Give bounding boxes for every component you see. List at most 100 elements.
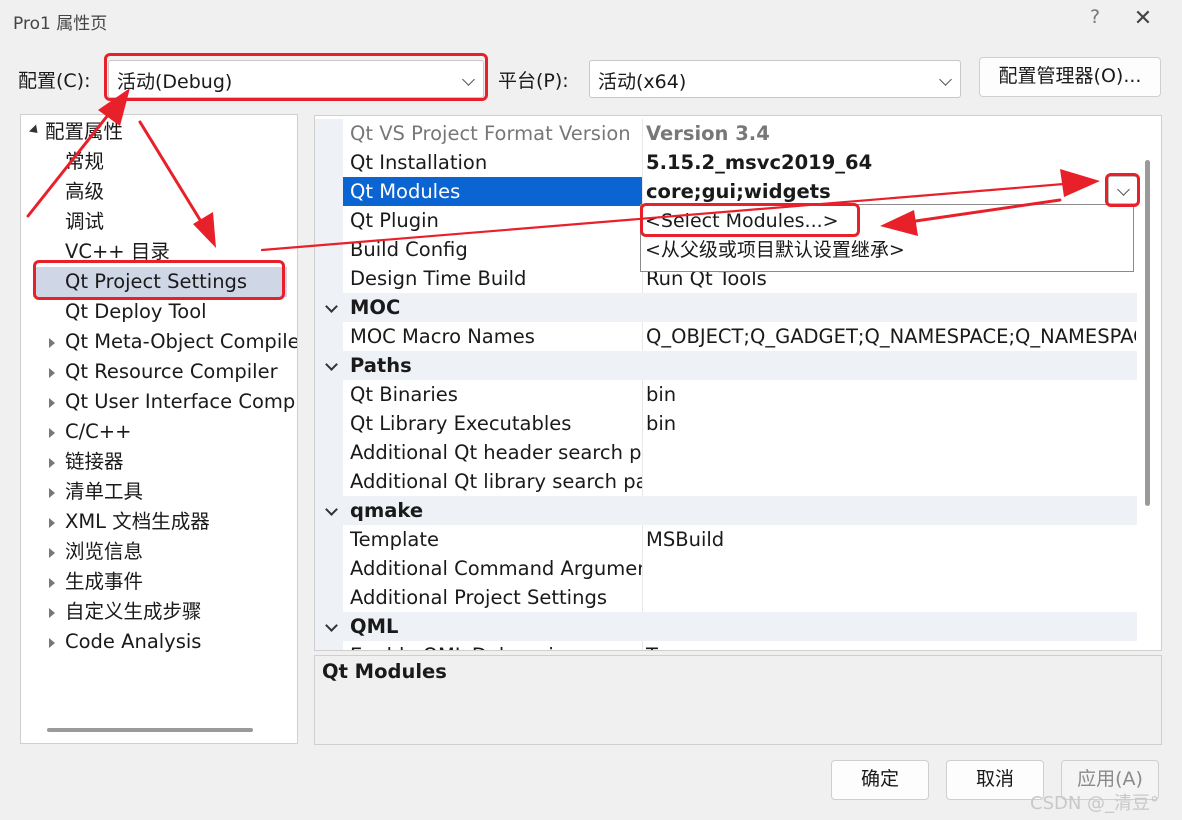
grid-property-row[interactable]: Qt Modules core;gui;widgets xyxy=(315,177,1137,206)
property-name: Template xyxy=(350,528,439,551)
config-combo[interactable]: 活动(Debug) xyxy=(108,60,484,98)
grid-property-row[interactable]: Template MSBuild xyxy=(315,525,1137,554)
expand-triangle-icon[interactable] xyxy=(49,458,55,468)
column-separator xyxy=(642,641,643,650)
expand-triangle-icon[interactable] xyxy=(49,338,55,348)
tree-item[interactable]: 自定义生成步骤 xyxy=(33,597,297,627)
grid-category[interactable]: QML xyxy=(315,612,1137,641)
tree-item-label: Qt Resource Compiler xyxy=(65,360,278,383)
property-value[interactable]: MSBuild xyxy=(646,525,1136,554)
property-name: Additional Qt library search paths xyxy=(350,470,642,493)
tree-item[interactable]: Code Analysis xyxy=(33,627,297,657)
row-gutter xyxy=(315,438,343,467)
ok-button[interactable]: 确定 xyxy=(831,760,929,800)
property-grid[interactable]: Qt VS Project Format Version Version 3.4 Q… xyxy=(314,115,1162,651)
grid-property-row[interactable]: Qt Installation 5.15.2_msvc2019_64 xyxy=(315,148,1137,177)
grid-property-row[interactable]: Qt Library Executables bin xyxy=(315,409,1137,438)
tree-horizontal-scrollbar[interactable] xyxy=(47,728,253,732)
grid-property-row[interactable]: MOC Macro Names Q_OBJECT;Q_GADGET;Q_NAMES… xyxy=(315,322,1137,351)
column-separator xyxy=(642,322,643,351)
property-name: Build Config xyxy=(350,238,468,261)
config-manager-button[interactable]: 配置管理器(O)... xyxy=(979,57,1161,97)
title-bar xyxy=(0,0,1182,42)
grid-property-row[interactable]: Additional Qt header search paths xyxy=(315,438,1137,467)
collapse-chevron-icon[interactable] xyxy=(325,300,338,313)
collapse-chevron-icon[interactable] xyxy=(325,358,338,371)
expand-triangle-icon[interactable] xyxy=(49,638,55,648)
tree-item[interactable]: VC++ 目录 xyxy=(33,237,297,267)
tree-item[interactable]: 高级 xyxy=(33,177,297,207)
tree-item[interactable]: Qt Project Settings xyxy=(33,267,287,297)
property-name: Design Time Build xyxy=(350,267,527,290)
grid-category[interactable]: Paths xyxy=(315,351,1137,380)
expanded-triangle-icon[interactable] xyxy=(28,124,42,137)
platform-combo-value: 活动(x64) xyxy=(598,71,687,93)
dropdown-option-inherit[interactable]: <从父级或项目默认设置继承> xyxy=(645,236,905,265)
property-value[interactable]: Version 3.4 xyxy=(646,119,1136,148)
expand-triangle-icon[interactable] xyxy=(49,548,55,558)
qt-modules-dropdown-button[interactable] xyxy=(1108,176,1138,204)
grid-property-row[interactable]: Qt VS Project Format Version Version 3.4 xyxy=(315,119,1137,148)
property-value[interactable]: core;gui;widgets xyxy=(646,177,1136,206)
grid-property-row[interactable]: Additional Command Arguments xyxy=(315,554,1137,583)
property-name: Additional Command Arguments xyxy=(350,557,642,580)
grid-property-row[interactable]: Qt Binaries bin xyxy=(315,380,1137,409)
property-name: Qt Modules xyxy=(350,180,461,203)
grid-vertical-scrollbar[interactable] xyxy=(1145,160,1150,506)
expand-triangle-icon[interactable] xyxy=(49,488,55,498)
grid-category[interactable]: MOC xyxy=(315,293,1137,322)
property-value[interactable]: True xyxy=(646,641,1136,650)
platform-combo[interactable]: 活动(x64) xyxy=(589,60,961,98)
collapse-chevron-icon[interactable] xyxy=(325,619,338,632)
row-gutter xyxy=(315,322,343,351)
tree-item[interactable]: 清单工具 xyxy=(33,477,297,507)
collapse-chevron-icon[interactable] xyxy=(325,503,338,516)
grid-category-label: Paths xyxy=(350,354,412,377)
column-separator xyxy=(642,467,643,496)
property-tree[interactable]: 配置属性 常规 高级 调试 VC++ 目录 Qt Project Settings Qt … xyxy=(20,114,298,744)
row-gutter xyxy=(315,583,343,612)
expand-triangle-icon[interactable] xyxy=(49,518,55,528)
help-icon[interactable]: ? xyxy=(1082,6,1108,34)
tree-item[interactable]: 生成事件 xyxy=(33,567,297,597)
tree-item[interactable]: 浏览信息 xyxy=(33,537,297,567)
column-separator xyxy=(642,177,643,206)
property-name: Qt Plugin xyxy=(350,209,439,232)
property-value[interactable]: Q_OBJECT;Q_GADGET;Q_NAMESPACE;Q_NAMESPAC… xyxy=(646,322,1136,351)
tree-item[interactable]: 调试 xyxy=(33,207,297,237)
tree-item[interactable]: XML 文档生成器 xyxy=(33,507,297,537)
tree-item-label: 生成事件 xyxy=(65,570,144,593)
tree-item[interactable]: Qt Meta-Object Compiler xyxy=(33,327,297,357)
chevron-down-icon xyxy=(462,73,475,86)
dropdown-option-select-modules[interactable]: <Select Modules...> xyxy=(645,207,839,236)
property-value[interactable]: bin xyxy=(646,380,1136,409)
grid-property-row[interactable]: Enable QML Debugging True xyxy=(315,641,1137,650)
tree-item-label: Qt Project Settings xyxy=(65,270,248,293)
expand-triangle-icon[interactable] xyxy=(49,428,55,438)
tree-item[interactable]: Qt User Interface Compiler xyxy=(33,387,297,417)
grid-property-row[interactable]: Additional Project Settings xyxy=(315,583,1137,612)
expand-triangle-icon[interactable] xyxy=(49,368,55,378)
tree-item[interactable]: 常规 xyxy=(33,147,297,177)
tree-item[interactable]: 链接器 xyxy=(33,447,297,477)
tree-item-label: 清单工具 xyxy=(65,480,144,503)
close-icon[interactable]: ✕ xyxy=(1128,6,1158,34)
tree-item[interactable]: Qt Resource Compiler xyxy=(33,357,297,387)
expand-triangle-icon[interactable] xyxy=(49,608,55,618)
tree-item[interactable]: Qt Deploy Tool xyxy=(33,297,297,327)
property-name: Additional Qt header search paths xyxy=(350,441,642,464)
expand-triangle-icon[interactable] xyxy=(49,398,55,408)
tree-item[interactable]: C/C++ xyxy=(33,417,297,447)
watermark: CSDN @_清豆° xyxy=(1030,793,1160,814)
property-value[interactable]: bin xyxy=(646,409,1136,438)
grid-category-label: qmake xyxy=(350,499,424,522)
expand-triangle-icon[interactable] xyxy=(49,578,55,588)
tree-item-label: 链接器 xyxy=(65,450,124,473)
tree-root[interactable]: 配置属性 xyxy=(21,117,297,147)
row-gutter xyxy=(315,177,343,206)
qt-modules-dropdown-list[interactable]: <Select Modules...> <从父级或项目默认设置继承> xyxy=(640,204,1134,272)
property-value[interactable]: 5.15.2_msvc2019_64 xyxy=(646,148,1136,177)
window-title: Pro1 属性页 xyxy=(13,14,108,34)
grid-property-row[interactable]: Additional Qt library search paths xyxy=(315,467,1137,496)
grid-category[interactable]: qmake xyxy=(315,496,1137,525)
